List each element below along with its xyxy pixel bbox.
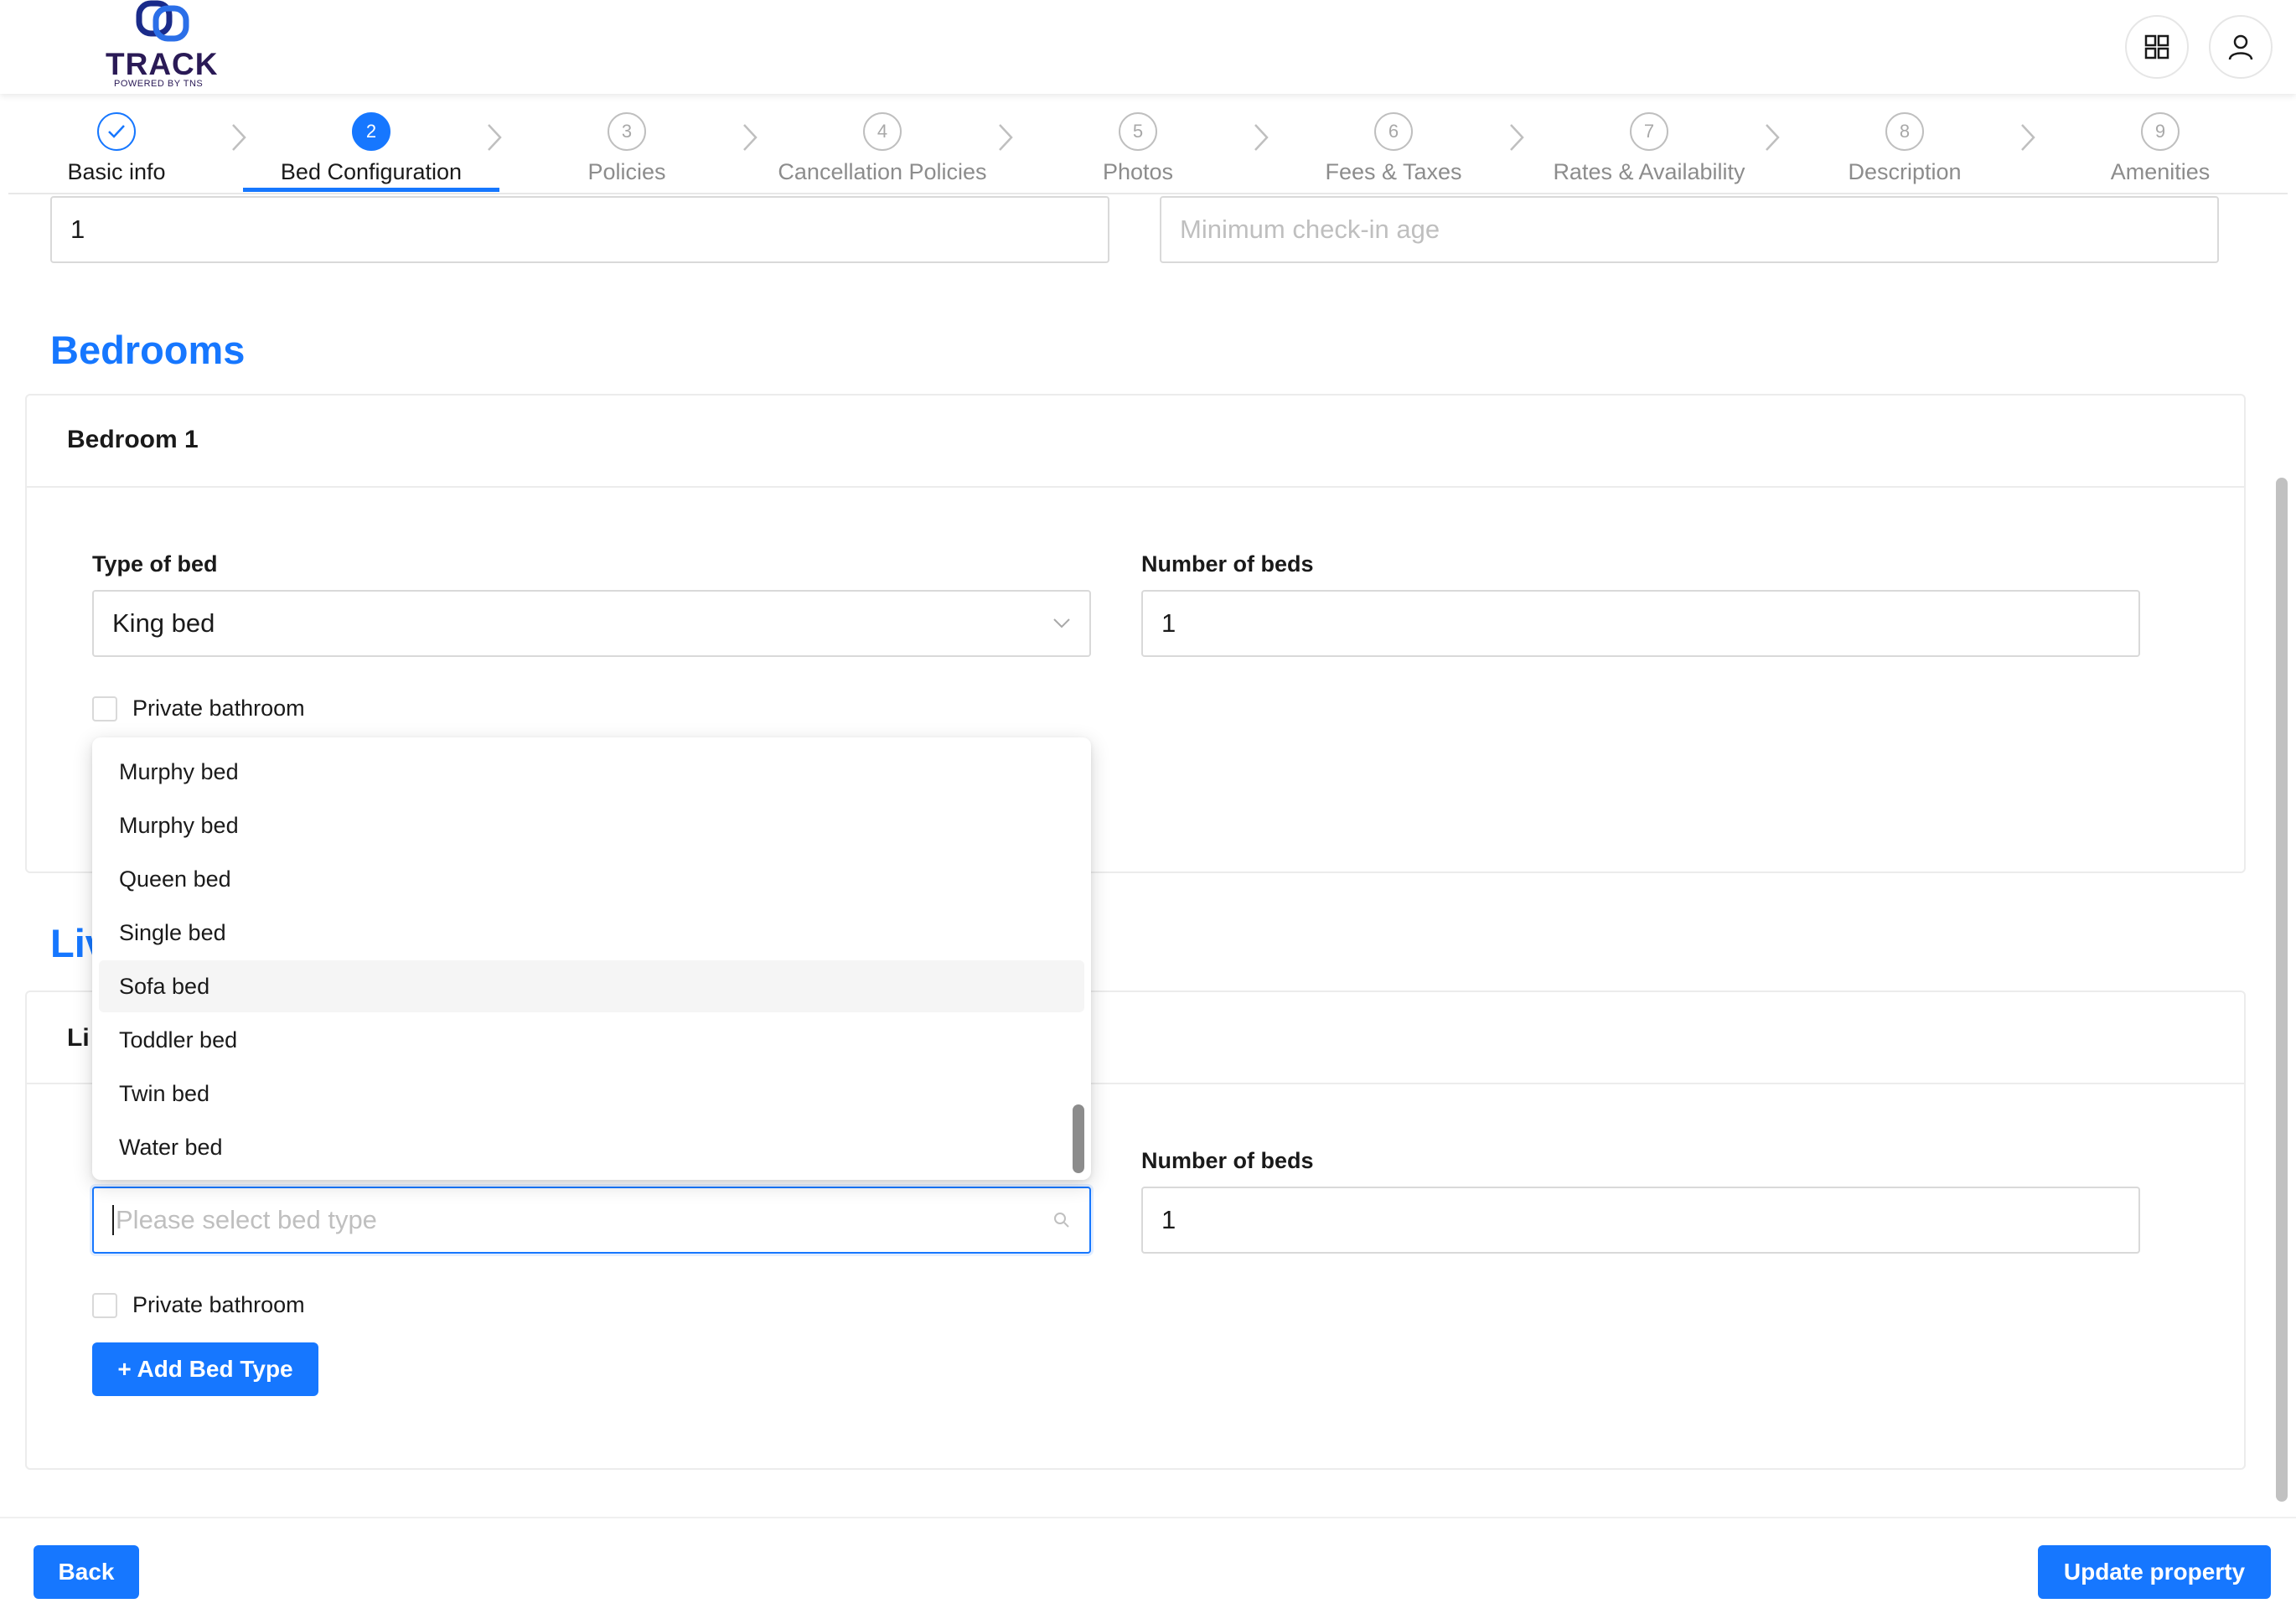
chevron-right-icon [1766, 124, 1780, 151]
step-number: 6 [1374, 112, 1413, 151]
active-step-indicator [243, 188, 499, 192]
checkbox-label: Private bathroom [132, 696, 305, 721]
user-icon [2228, 34, 2253, 60]
bed-type-search-input[interactable]: Please select bed type [92, 1187, 1091, 1254]
step-cancellation-policies[interactable]: 4 Cancellation Policies [754, 96, 1011, 194]
profile-button[interactable] [2209, 15, 2273, 79]
select-value: King bed [112, 608, 215, 638]
dropdown-option[interactable]: Single bed [99, 907, 1084, 959]
step-number: 7 [1630, 112, 1668, 151]
step-label: Amenities [2110, 159, 2211, 184]
dropdown-option[interactable]: Sofa bed [99, 960, 1084, 1012]
bed-type-select[interactable]: King bed [92, 590, 1091, 657]
steps-divider [8, 193, 2288, 194]
chevron-right-icon [232, 124, 246, 151]
step-basic-info[interactable]: Basic info [0, 96, 245, 194]
page-scrollbar[interactable] [2276, 478, 2288, 1502]
card-title: Li [67, 1024, 90, 1052]
step-number: 9 [2141, 112, 2180, 151]
step-label: Bed Configuration [280, 159, 463, 184]
step-photos[interactable]: 5 Photos [1010, 96, 1266, 194]
back-button[interactable]: Back [34, 1545, 139, 1599]
private-bathroom-checkbox[interactable]: Private bathroom [92, 696, 305, 721]
footer-bar: Back Update property [0, 1517, 2296, 1624]
card-title: Bedroom 1 [67, 426, 199, 453]
step-label: Description [1848, 159, 1962, 184]
step-number: 5 [1119, 112, 1157, 151]
logo-text: TRACK [106, 47, 219, 81]
number-of-beds-input[interactable]: 1 [1141, 590, 2140, 657]
text-cursor [112, 1205, 114, 1235]
private-bathroom-checkbox[interactable]: Private bathroom [92, 1292, 305, 1318]
dropdown-option[interactable]: Murphy bed [99, 746, 1084, 798]
dropdown-option[interactable]: Water bed [99, 1121, 1084, 1173]
min-checkin-age-input[interactable]: Minimum check-in age [1160, 196, 2219, 263]
dropdown-option[interactable]: Twin bed [99, 1068, 1084, 1120]
apps-button[interactable] [2125, 15, 2189, 79]
check-icon [97, 112, 136, 151]
chevron-right-icon [1254, 124, 1269, 151]
guests-input[interactable]: 1 [50, 196, 1109, 263]
step-label: Rates & Availability [1553, 159, 1745, 184]
bed-type-dropdown: Murphy bed Murphy bed Queen bed Single b… [92, 737, 1091, 1180]
app-header: TRACK POWERED BY TNS [0, 0, 2296, 94]
step-number: 4 [863, 112, 902, 151]
step-description[interactable]: 8 Description [1776, 96, 2033, 194]
number-of-beds-label: Number of beds [1141, 551, 1314, 577]
step-amenities[interactable]: 9 Amenities [2032, 96, 2288, 194]
checkbox-box[interactable] [92, 1292, 117, 1318]
type-of-bed-label: Type of bed [92, 551, 218, 577]
grid-icon [2144, 34, 2169, 59]
dropdown-option[interactable]: Queen bed [99, 853, 1084, 905]
step-number: 8 [1885, 112, 1924, 151]
input-placeholder: Please select bed type [116, 1205, 377, 1234]
step-fees-taxes[interactable]: 6 Fees & Taxes [1265, 96, 1522, 194]
step-label: Fees & Taxes [1325, 159, 1462, 184]
input-placeholder: Minimum check-in age [1180, 215, 1440, 244]
chevron-right-icon [1510, 124, 1524, 151]
steps-bar: Basic info 2 Bed Configuration 3 Policie… [0, 96, 2296, 194]
dropdown-option[interactable]: Murphy bed [99, 799, 1084, 851]
logo-mark-icon [136, 0, 189, 42]
chevron-down-icon [1053, 618, 1070, 628]
step-rates-availability[interactable]: 7 Rates & Availability [1521, 96, 1777, 194]
bedrooms-heading: Bedrooms [50, 328, 246, 372]
dropdown-option[interactable]: Toddler bed [99, 1014, 1084, 1066]
dropdown-scrollbar[interactable] [1073, 1104, 1084, 1173]
checkbox-box[interactable] [92, 696, 117, 721]
checkbox-label: Private bathroom [132, 1292, 305, 1317]
step-number: 2 [352, 112, 390, 151]
chevron-right-icon [2021, 124, 2035, 151]
logo-subtext: POWERED BY TNS [114, 79, 204, 89]
chevron-right-icon [743, 124, 758, 151]
update-property-button[interactable]: Update property [2038, 1545, 2271, 1599]
step-label: Photos [1102, 159, 1174, 184]
step-number: 3 [608, 112, 646, 151]
number-of-beds-input[interactable]: 1 [1141, 1187, 2140, 1254]
card-header: Bedroom 1 [27, 396, 2244, 488]
step-label: Cancellation Policies [778, 159, 987, 184]
track-logo[interactable]: TRACK POWERED BY TNS [101, 0, 235, 92]
search-icon [1054, 1213, 1069, 1228]
add-bed-type-button[interactable]: + Add Bed Type [92, 1342, 318, 1396]
chevron-right-icon [488, 124, 502, 151]
step-label: Policies [587, 159, 666, 184]
chevron-right-icon [999, 124, 1013, 151]
step-policies[interactable]: 3 Policies [499, 96, 755, 194]
step-label: Basic info [67, 159, 166, 184]
number-of-beds-label: Number of beds [1141, 1148, 1314, 1173]
step-bed-configuration[interactable]: 2 Bed Configuration [243, 96, 499, 194]
